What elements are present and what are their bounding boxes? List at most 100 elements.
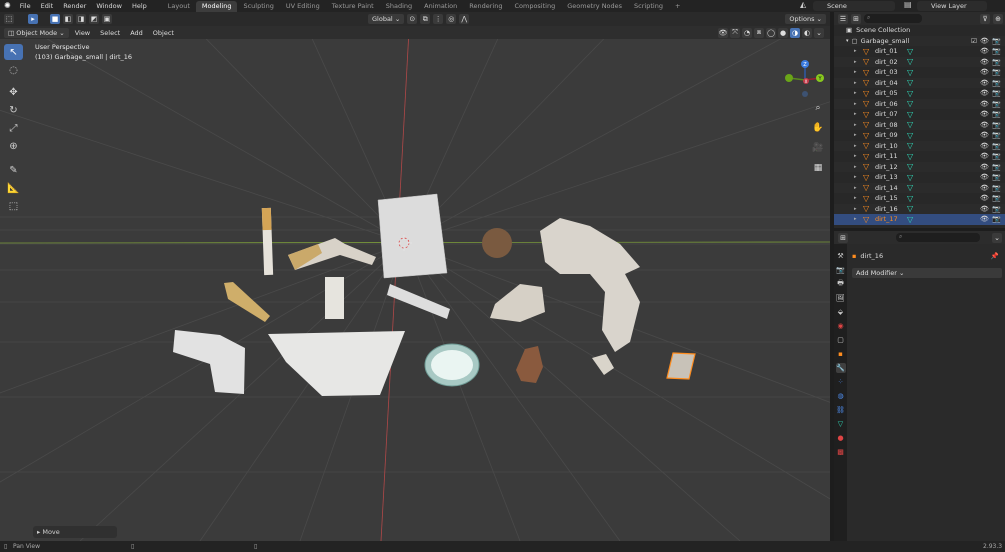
gizmo-toggle-icon[interactable]: ⤧ (730, 27, 740, 38)
outliner-object-row[interactable]: ▸ ▽ dirt_07 ▽ 👁 📷 (834, 109, 1005, 120)
render-visibility-icon[interactable]: 📷 (992, 100, 1001, 108)
visibility-icon[interactable]: 👁 (980, 100, 989, 108)
tab-layout[interactable]: Layout (162, 1, 196, 12)
small-scrap-object[interactable] (592, 354, 614, 375)
menu-view[interactable]: View (71, 28, 94, 38)
render-visibility-icon[interactable]: 📷 (992, 110, 1001, 118)
shading-wireframe-icon[interactable]: ◯ (766, 27, 776, 38)
physics-tab-icon[interactable]: ◍ (836, 391, 846, 401)
shading-options-icon[interactable]: ⌄ (814, 27, 824, 38)
cursor-tool-icon[interactable]: ◌ (4, 62, 23, 78)
render-visibility-icon[interactable]: 📷 (992, 121, 1001, 129)
proportional-edit-icon[interactable]: ◎ (446, 14, 457, 24)
pan-hand-icon[interactable]: ✋ (811, 121, 825, 135)
outliner-editor-icon[interactable]: ☰ (838, 13, 848, 24)
mode-invert-icon[interactable]: ◩ (89, 14, 99, 24)
tab-compositing[interactable]: Compositing (508, 1, 561, 12)
visibility-icon[interactable]: 👁 (980, 121, 989, 129)
menu-render[interactable]: Render (58, 0, 91, 12)
outliner-object-row[interactable]: ▸ ▽ dirt_06 ▽ 👁 📷 (834, 98, 1005, 109)
rotate-tool-icon[interactable]: ↻ (4, 102, 23, 118)
menu-file[interactable]: File (15, 0, 36, 12)
zoom-icon[interactable]: ⌕ (811, 101, 825, 115)
last-operator-panel[interactable]: ▸ Move (33, 526, 117, 538)
tab-texture-paint[interactable]: Texture Paint (326, 1, 380, 12)
visibility-icon[interactable]: 👁 (980, 131, 989, 139)
measure-tool-icon[interactable]: 📐 (4, 180, 23, 196)
particles-tab-icon[interactable]: ⁘ (836, 377, 846, 387)
tool-tab-icon[interactable]: ⚒ (836, 251, 846, 261)
select-tool-icon[interactable]: ↖ (4, 44, 23, 60)
object-tab-icon[interactable]: ▪ (836, 349, 846, 359)
mode-subtract-icon[interactable]: ◨ (76, 14, 86, 24)
options-dropdown[interactable]: Options ⌄ (785, 14, 826, 24)
outliner-object-row[interactable]: ▸ ▽ dirt_12 ▽ 👁 📷 (834, 161, 1005, 172)
expand-icon[interactable]: ▸ (854, 101, 862, 107)
annotate-tool-icon[interactable]: ✎ (4, 162, 23, 178)
camera-view-icon[interactable]: 🎥 (811, 141, 825, 155)
outliner-object-row[interactable]: ▸ ▽ dirt_17 ▽ 👁 📷 (834, 214, 1005, 225)
falloff-icon[interactable]: ⋀ (459, 14, 470, 24)
outliner-object-row[interactable]: ▸ ▽ dirt_15 ▽ 👁 📷 (834, 193, 1005, 204)
snap-increment-icon[interactable]: ⋮ (433, 14, 444, 24)
render-visibility-icon[interactable]: 📷 (992, 152, 1001, 160)
overlays-icon[interactable]: ◔ (742, 27, 752, 38)
expand-icon[interactable]: ▸ (854, 111, 862, 117)
scale-tool-icon[interactable]: ⤢ (4, 120, 23, 136)
shading-material-icon[interactable]: ◑ (790, 27, 800, 38)
gizmo-y-negative[interactable] (785, 74, 793, 82)
object-name[interactable]: dirt_16 (860, 252, 883, 260)
napkin-object[interactable] (268, 331, 405, 396)
transform-orientation-dropdown[interactable]: Global ⌄ (368, 14, 405, 24)
menu-select[interactable]: Select (96, 28, 124, 38)
outliner-object-row[interactable]: ▸ ▽ dirt_03 ▽ 👁 📷 (834, 67, 1005, 78)
visibility-icon[interactable]: 👁 (980, 142, 989, 150)
visibility-icon[interactable]: 👁 (980, 47, 989, 55)
add-workspace-button[interactable]: + (669, 1, 686, 12)
visibility-icon[interactable]: 👁 (980, 163, 989, 171)
scene-tab-icon[interactable]: ⬙ (836, 307, 846, 317)
tab-geometry-nodes[interactable]: Geometry Nodes (561, 1, 628, 12)
render-visibility-icon[interactable]: 📷 (992, 184, 1001, 192)
menu-edit[interactable]: Edit (36, 0, 59, 12)
expand-icon[interactable]: ▸ (854, 195, 862, 201)
mode-new-icon[interactable]: ■ (50, 14, 60, 24)
glass-bottle-object[interactable] (516, 346, 543, 383)
selected-scrap-object[interactable] (666, 352, 696, 380)
expand-icon[interactable]: ▸ (854, 132, 862, 138)
torn-paper-object[interactable] (173, 330, 245, 394)
object-mode-dropdown[interactable]: ◫ Object Mode ⌄ (4, 27, 69, 38)
collection-visibility-icon[interactable]: 👁 (980, 37, 989, 45)
mode-extend-icon[interactable]: ◧ (63, 14, 73, 24)
filter-icon[interactable]: ⊽ (980, 13, 990, 24)
view-layer-tab-icon[interactable]: 🖼 (836, 293, 846, 303)
visibility-icon[interactable]: 👁 (980, 58, 989, 66)
outliner-object-row[interactable]: ▸ ▽ dirt_08 ▽ 👁 📷 (834, 119, 1005, 130)
visibility-icon[interactable]: 👁 (980, 79, 989, 87)
properties-editor-icon[interactable]: ⊞ (838, 232, 848, 243)
data-tab-icon[interactable]: ▽ (836, 419, 846, 429)
render-visibility-icon[interactable]: 📷 (992, 173, 1001, 181)
crumpled-paper-object[interactable] (540, 218, 640, 352)
select-box-icon[interactable]: ▸ (28, 14, 38, 24)
render-visibility-icon[interactable]: 📷 (992, 58, 1001, 66)
add-cube-tool-icon[interactable]: ⬚ (4, 198, 23, 214)
expand-icon[interactable]: ▸ (854, 48, 862, 54)
outliner-object-row[interactable]: ▸ ▽ dirt_02 ▽ 👁 📷 (834, 56, 1005, 67)
expand-icon[interactable]: ▸ (854, 185, 862, 191)
visibility-icon[interactable]: 👁 (718, 27, 728, 38)
visibility-icon[interactable]: 👁 (980, 110, 989, 118)
xray-icon[interactable]: ⧈ (754, 27, 764, 38)
expand-icon[interactable]: ▸ (854, 80, 862, 86)
tab-animation[interactable]: Animation (418, 1, 463, 12)
mode-intersect-icon[interactable]: ▣ (102, 14, 112, 24)
move-tool-icon[interactable]: ✥ (4, 84, 23, 100)
navigation-gizmo[interactable]: Z Y X (783, 58, 827, 102)
menu-window[interactable]: Window (91, 0, 127, 12)
tab-shading[interactable]: Shading (380, 1, 418, 12)
bottle-cap-object[interactable] (482, 228, 512, 258)
tab-rendering[interactable]: Rendering (463, 1, 508, 12)
collection-render-icon[interactable]: 📷 (992, 37, 1001, 45)
snap-icon[interactable]: ⧉ (420, 14, 431, 24)
outliner-object-row[interactable]: ▸ ▽ dirt_09 ▽ 👁 📷 (834, 130, 1005, 141)
